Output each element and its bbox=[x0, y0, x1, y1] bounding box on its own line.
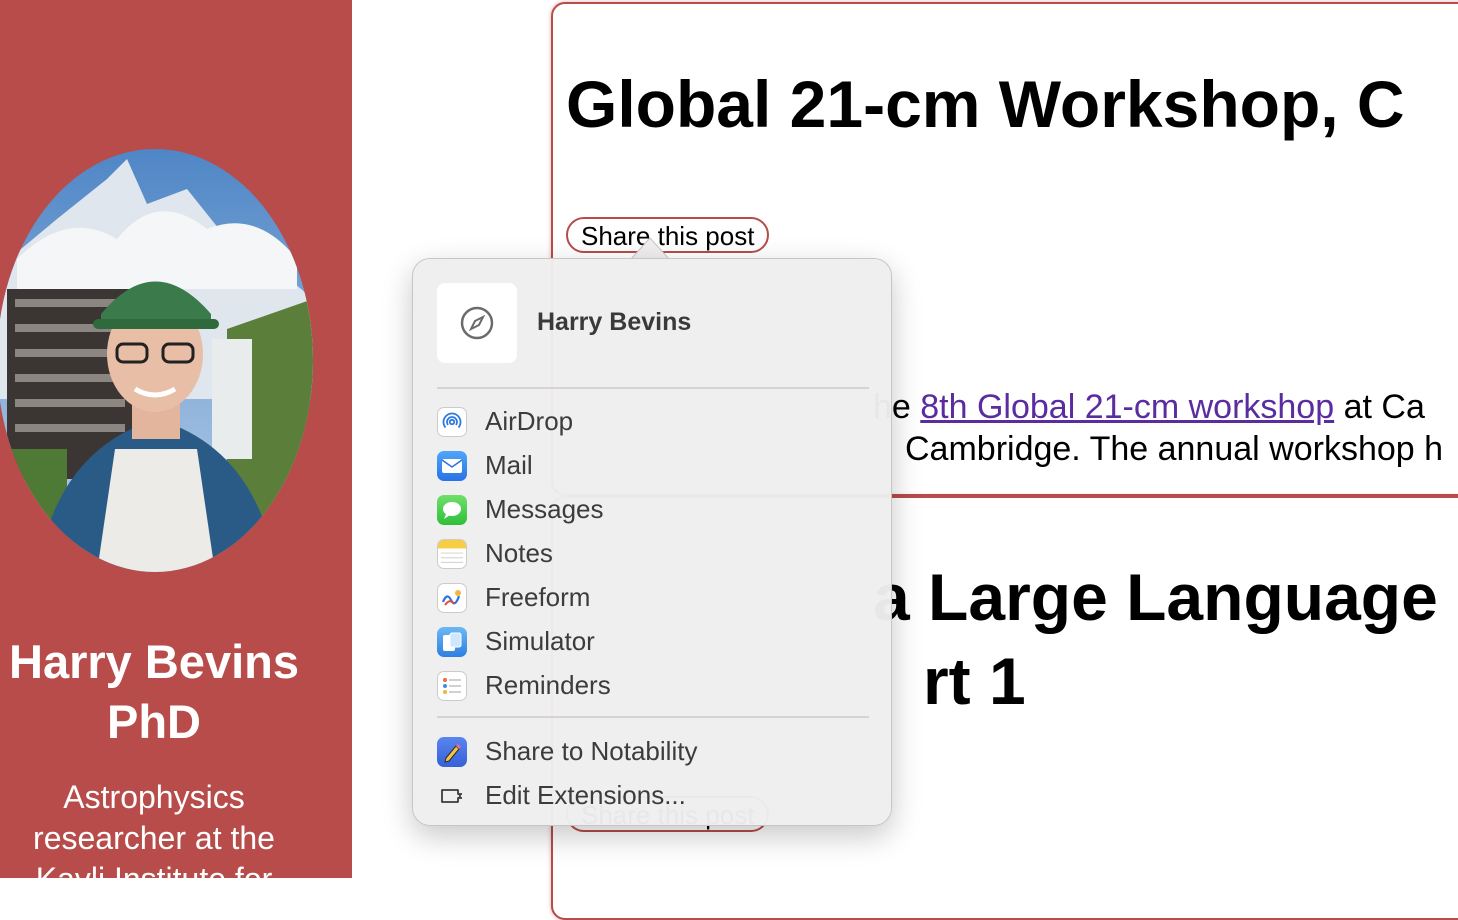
share-menu: Harry Bevins AirDrop Mail Messages Notes… bbox=[412, 258, 892, 826]
share-freeform[interactable]: Freeform bbox=[437, 577, 869, 617]
share-freeform-label: Freeform bbox=[485, 582, 591, 612]
share-mail[interactable]: Mail bbox=[437, 445, 869, 485]
share-messages-label: Messages bbox=[485, 494, 604, 524]
post-excerpt: he 8th Global 21-cm workshop at Ca Cambr… bbox=[873, 386, 1443, 470]
sidebar-bio: Astrophysics researcher at the Kavli Ins… bbox=[33, 779, 275, 878]
share-reminders-label: Reminders bbox=[485, 670, 611, 700]
sidebar-name-line1: Harry Bevins bbox=[9, 635, 299, 688]
freeform-icon bbox=[437, 583, 467, 613]
post-title: Global 21-cm Workshop, C bbox=[566, 67, 1405, 141]
popover-arrow bbox=[630, 237, 670, 260]
share-reminders[interactable]: Reminders bbox=[437, 665, 869, 705]
share-airdrop-label: AirDrop bbox=[485, 406, 574, 436]
post-excerpt-suffix: at Ca bbox=[1334, 388, 1425, 426]
mail-icon bbox=[437, 451, 467, 481]
share-simulator-label: Simulator bbox=[485, 626, 595, 656]
post-excerpt-line2: Cambridge. The annual workshop h bbox=[905, 430, 1444, 468]
avatar bbox=[0, 149, 313, 572]
share-notability-label: Share to Notability bbox=[485, 736, 698, 766]
share-menu-title: Harry Bevins bbox=[537, 308, 692, 336]
divider bbox=[437, 716, 869, 718]
sidebar-name: Harry Bevins PhD bbox=[0, 632, 308, 752]
edit-extensions-icon bbox=[437, 781, 467, 811]
share-simulator[interactable]: Simulator bbox=[437, 621, 869, 661]
edit-extensions[interactable]: Edit Extensions... bbox=[437, 775, 869, 815]
site-thumbnail bbox=[437, 283, 517, 363]
sidebar: Harry Bevins PhD Astrophysics researcher… bbox=[0, 0, 352, 878]
share-notability[interactable]: Share to Notability bbox=[437, 731, 869, 771]
reminders-icon bbox=[437, 671, 467, 701]
profile-photo bbox=[0, 149, 313, 572]
post-title-line2: rt 1 bbox=[923, 644, 1026, 718]
share-notes-label: Notes bbox=[485, 538, 553, 568]
airdrop-icon bbox=[437, 407, 467, 437]
post-title: a Large Language rt 1 bbox=[873, 555, 1438, 723]
share-notes[interactable]: Notes bbox=[437, 533, 869, 573]
notability-icon bbox=[437, 737, 467, 767]
share-airdrop[interactable]: AirDrop bbox=[437, 401, 869, 441]
share-menu-header: Harry Bevins bbox=[437, 283, 877, 363]
edit-extensions-label: Edit Extensions... bbox=[485, 780, 686, 810]
compass-icon bbox=[460, 306, 494, 340]
simulator-icon bbox=[437, 627, 467, 657]
share-messages[interactable]: Messages bbox=[437, 489, 869, 529]
share-mail-label: Mail bbox=[485, 450, 533, 480]
post-title-line1: a Large Language bbox=[873, 560, 1438, 634]
notes-icon bbox=[437, 539, 467, 569]
workshop-link[interactable]: 8th Global 21-cm workshop bbox=[920, 388, 1334, 426]
divider bbox=[437, 387, 869, 389]
sidebar-name-line2: PhD bbox=[107, 695, 201, 748]
messages-icon bbox=[437, 495, 467, 525]
